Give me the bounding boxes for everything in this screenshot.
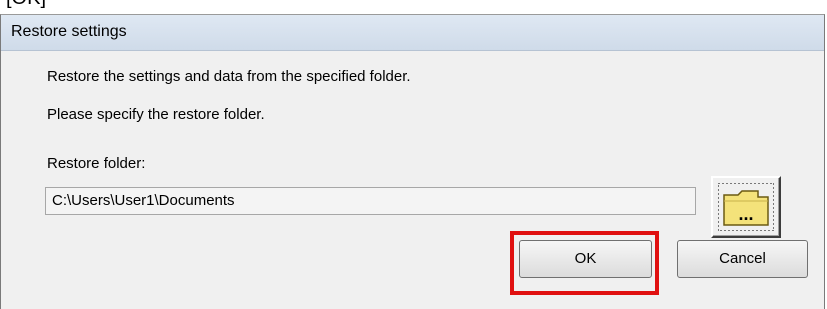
ok-button-highlight [510,231,659,295]
cut-off-text: [OK] [6,0,46,10]
restore-folder-label: Restore folder: [47,155,146,172]
restore-settings-dialog: Restore settings Restore the settings an… [0,14,825,309]
dialog-title: Restore settings [11,23,127,40]
browse-ellipsis: ... [738,204,753,224]
dialog-titlebar[interactable]: Restore settings [1,15,824,51]
screenshot-page: [OK] Restore settings Restore the settin… [0,0,827,309]
browse-folder-button[interactable]: ... [711,176,781,238]
instruction-line-2: Please specify the restore folder. [47,106,265,123]
instruction-line-1: Restore the settings and data from the s… [47,68,411,85]
cancel-button[interactable]: Cancel [677,240,808,278]
folder-icon: ... [718,183,774,231]
restore-folder-input[interactable]: C:\Users\User1\Documents [45,187,696,215]
